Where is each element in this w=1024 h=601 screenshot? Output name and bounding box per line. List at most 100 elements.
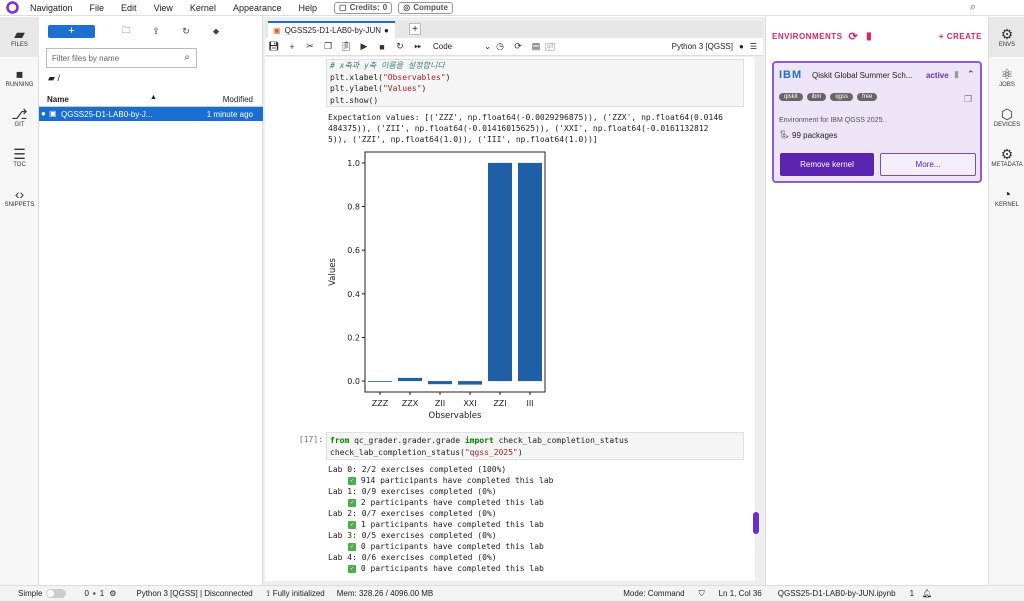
code-cell-input[interactable]: from qc_grader.grader.grade import check… bbox=[326, 432, 744, 460]
sidebar-item-toc[interactable]: ☰ TOC bbox=[0, 137, 39, 177]
cell-type-select[interactable]: Code ⌄ bbox=[433, 42, 491, 51]
file-list-header: Name ▲ Modified bbox=[39, 91, 263, 107]
menu-appearance[interactable]: Appearance bbox=[233, 3, 282, 13]
bar bbox=[428, 381, 452, 385]
git-icon: ⎇ bbox=[11, 105, 28, 122]
menu-kernel[interactable]: Kernel bbox=[190, 3, 216, 13]
new-folder-icon[interactable]: 🗀 bbox=[111, 23, 141, 39]
y-axis-label: Values bbox=[328, 258, 338, 286]
sidebar-item-label: FILES bbox=[11, 41, 28, 48]
sidebar-item-metadata[interactable]: ⚙ METADATA bbox=[989, 137, 1024, 177]
run-icon[interactable]: ▶ bbox=[355, 41, 373, 52]
cursor-position[interactable]: Ln 1, Col 36 bbox=[719, 589, 762, 598]
column-name[interactable]: Name bbox=[47, 95, 69, 104]
remove-kernel-button[interactable]: Remove kernel bbox=[780, 153, 874, 176]
add-cell-icon[interactable]: + bbox=[283, 42, 301, 52]
environment-card[interactable]: IBM Qiskit Global Summer Sch... active ▮… bbox=[772, 61, 982, 183]
file-row[interactable]: ● ▣ QGSS25-D1-LAB0-by-J... 1 minute ago bbox=[39, 107, 263, 121]
sidebar-item-label: KERNEL bbox=[994, 201, 1019, 208]
create-button[interactable]: + CREATE bbox=[939, 32, 982, 41]
output-line: ✓ 0 participants have completed this lab bbox=[328, 563, 553, 574]
stop-icon[interactable]: ■ bbox=[373, 42, 391, 52]
check-icon: ✓ bbox=[348, 520, 356, 529]
gear-icon: ⚙ bbox=[1000, 25, 1014, 42]
cut-icon[interactable]: ✂ bbox=[301, 41, 319, 52]
bookmark-icon[interactable]: ▮ bbox=[954, 69, 959, 80]
sidebar-item-snippets[interactable]: ‹› SNIPPETS bbox=[0, 177, 39, 217]
menu-icon[interactable]: ☰ bbox=[750, 42, 757, 51]
compute-icon: ◎ bbox=[403, 3, 411, 12]
notebook-tab[interactable]: ▣ QGSS25-D1-LAB0-by-JUN ● bbox=[268, 21, 395, 38]
sidebar-item-kernel[interactable]: ◔ KERNEL bbox=[989, 177, 1024, 217]
copy-icon[interactable]: ❐ bbox=[319, 41, 337, 52]
save-icon[interactable]: 💾︎ bbox=[265, 41, 283, 52]
kernel-count[interactable]: 1 bbox=[100, 589, 104, 598]
chevron-up-icon[interactable]: ⌃ bbox=[967, 69, 975, 80]
cube-icon: ⬡ bbox=[1000, 105, 1014, 122]
breadcrumb[interactable]: ▰ / bbox=[48, 73, 60, 84]
filter-files-input[interactable]: Filter files by name ⌕ bbox=[46, 48, 197, 68]
init-status: Fully initialized bbox=[272, 589, 325, 598]
terminal-count[interactable]: 0 bbox=[84, 589, 88, 598]
git-icon[interactable]: git bbox=[545, 42, 556, 51]
x-tick-label: III bbox=[526, 399, 533, 408]
menu-view[interactable]: View bbox=[154, 3, 173, 13]
compute-badge[interactable]: ◎ Compute bbox=[398, 1, 453, 14]
search-icon: ⌕ bbox=[184, 52, 190, 63]
add-tab-button[interactable]: + bbox=[409, 23, 421, 35]
sidebar-item-git[interactable]: ⎇ GIT bbox=[0, 97, 39, 137]
sidebar-item-devices[interactable]: ⬡ DEVICES bbox=[989, 97, 1024, 137]
command-mode: Mode: Command bbox=[623, 589, 685, 598]
environment-name: Qiskit Global Summer Sch... bbox=[812, 71, 913, 80]
column-modified[interactable]: Modified bbox=[223, 95, 253, 104]
file-browser: + 🗀 ⇪ ↻ ⬥ Filter files by name ⌕ ▰ / Nam… bbox=[39, 17, 263, 585]
tab-count: 1 bbox=[909, 589, 915, 598]
jobs-icon: ⚛ bbox=[1000, 65, 1014, 82]
kernel-status-text[interactable]: Python 3 [QGSS] | Disconnected bbox=[136, 589, 252, 598]
paste-icon[interactable]: 📋︎ bbox=[337, 41, 355, 52]
notebook-content: # x축과 y축 이름을 설정합니다 plt.xlabel("Observabl… bbox=[265, 57, 755, 581]
output-line: Lab 0: 2/2 exercises completed (100%) bbox=[328, 465, 507, 474]
code-line: plt.show() bbox=[330, 95, 379, 105]
menu-help[interactable]: Help bbox=[298, 3, 317, 13]
notebook-toolbar: 💾︎ + ✂ ❐ 📋︎ ▶ ■ ↻ ⏩︎ Code ⌄ ◷ ⟳ ▤ git Py… bbox=[265, 38, 763, 56]
code-cell-input[interactable]: # x축과 y축 이름을 설정합니다 plt.xlabel("Observabl… bbox=[326, 59, 744, 107]
unsaved-dot-icon[interactable]: ● bbox=[384, 26, 389, 35]
sidebar-item-envs[interactable]: ⚙ ENVS bbox=[989, 17, 1024, 57]
bar bbox=[368, 381, 392, 382]
menu-navigation[interactable]: Navigation bbox=[30, 3, 73, 13]
restart-icon[interactable]: ↻ bbox=[391, 41, 409, 52]
refresh-icon[interactable]: ⟳ bbox=[509, 41, 527, 52]
bell-icon[interactable]: 🔔︎ bbox=[922, 589, 932, 598]
new-launcher-button[interactable]: + bbox=[48, 24, 95, 38]
menu-edit[interactable]: Edit bbox=[121, 3, 137, 13]
credits-icon: ▢ bbox=[339, 3, 347, 12]
fast-forward-icon[interactable]: ⏩︎ bbox=[409, 41, 427, 52]
book-icon[interactable]: ▮ bbox=[866, 31, 872, 42]
chevron-down-icon: ⌄ bbox=[484, 42, 491, 51]
y-tick-label: 0.0 bbox=[347, 377, 360, 386]
status-bar: Simple 0 ▪ 1 ⚙ Python 3 [QGSS] | Disconn… bbox=[0, 585, 1024, 601]
diff-icon[interactable]: ▤ bbox=[527, 41, 545, 52]
clock-icon[interactable]: ◷ bbox=[491, 41, 509, 52]
sidebar-item-files[interactable]: ▰ FILES bbox=[0, 17, 39, 57]
python-icon: 🐍︎ bbox=[779, 130, 790, 139]
scrollbar-thumb[interactable] bbox=[753, 512, 759, 534]
refresh-icon[interactable]: ↻ bbox=[171, 26, 201, 37]
simple-mode-toggle[interactable] bbox=[46, 589, 67, 598]
search-icon[interactable]: ⌕ bbox=[970, 1, 976, 14]
menu-file[interactable]: File bbox=[90, 3, 105, 13]
upload-icon[interactable]: ⇪ bbox=[141, 26, 171, 37]
kernel-status[interactable]: Python 3 [QGSS] ● ☰ bbox=[672, 42, 757, 51]
y-tick-label: 0.2 bbox=[347, 333, 360, 342]
sort-up-icon[interactable]: ▲ bbox=[150, 94, 157, 101]
copy-icon[interactable]: ❐ bbox=[964, 94, 972, 105]
git-clone-icon[interactable]: ⬥ bbox=[201, 26, 231, 37]
more-button[interactable]: More... bbox=[880, 153, 976, 176]
output-line: ✓ 0 participants have completed this lab bbox=[328, 541, 553, 552]
credits-badge[interactable]: ▢ Credits: 0 bbox=[334, 1, 393, 14]
refresh-icon[interactable]: ⟳ bbox=[848, 30, 858, 43]
sidebar-item-running[interactable]: ⏹ RUNNING bbox=[0, 57, 39, 97]
sidebar-item-jobs[interactable]: ⚛ JOBS bbox=[989, 57, 1024, 97]
filter-placeholder: Filter files by name bbox=[52, 53, 120, 63]
